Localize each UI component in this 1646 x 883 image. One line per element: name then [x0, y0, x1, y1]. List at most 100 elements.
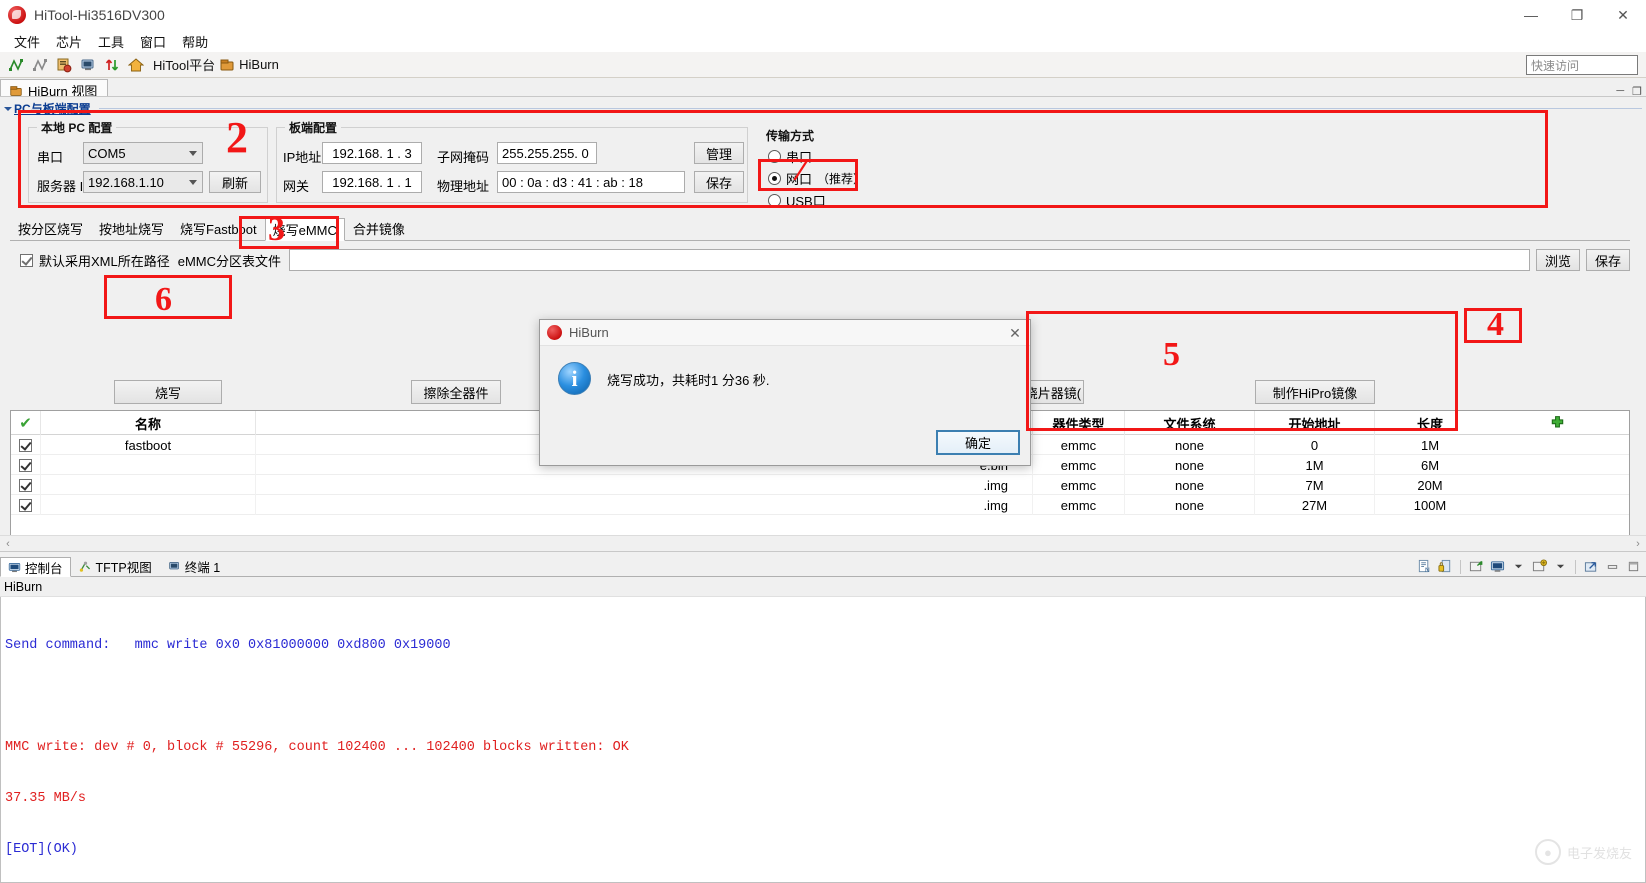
tab-burn-fastboot[interactable]: 烧写Fastboot [172, 217, 265, 240]
serial-port-select[interactable]: COM5 [83, 142, 203, 164]
display-dropdown-icon[interactable] [1509, 558, 1527, 575]
network-connect-icon[interactable] [5, 54, 27, 76]
terminal-icon[interactable] [77, 54, 99, 76]
select-all-checkbox[interactable]: ✔ [11, 411, 41, 435]
toolbar-hiburn[interactable]: HiBurn [219, 57, 279, 73]
server-ip-value: 192.168.1.10 [88, 174, 164, 190]
checkbox-icon[interactable] [19, 498, 32, 512]
menu-chip[interactable]: 芯片 [48, 30, 90, 53]
pin-console-icon[interactable] [1582, 558, 1600, 575]
cell-filesystem: none [1125, 455, 1255, 475]
column-header-name[interactable]: 名称 [41, 411, 256, 435]
cell-start-address: 0 [1255, 435, 1375, 455]
tab-burn-by-address[interactable]: 按地址烧写 [91, 217, 172, 240]
chevron-down-icon [189, 151, 197, 156]
form-horizontal-scrollbar[interactable]: ‹ › [0, 535, 1646, 551]
checkbox-icon[interactable] [19, 458, 32, 472]
display-selected-console-icon[interactable] [1488, 558, 1506, 575]
column-header-filesystem[interactable]: 文件系统 [1125, 411, 1255, 435]
tab-merge-image[interactable]: 合并镜像 [345, 217, 413, 240]
default-xml-path-label: 默认采用XML所在路径 [39, 253, 170, 269]
quick-access-input[interactable]: 快速访问 [1526, 55, 1638, 75]
board-gateway-input[interactable]: 192.168. 1 . 1 [322, 171, 422, 193]
home-icon[interactable] [125, 54, 147, 76]
toolbar-hitool-platform[interactable]: HiTool平台 [153, 55, 215, 74]
save-button[interactable]: 保存 [1586, 249, 1630, 271]
board-save-button[interactable]: 保存 [694, 171, 744, 193]
server-ip-select[interactable]: 192.168.1.10 [83, 171, 203, 193]
transfer-serial-option[interactable]: 串口 [768, 147, 865, 166]
pc-board-config-section-header[interactable]: PC与板端配置 [0, 97, 1646, 119]
erase-all-button[interactable]: 擦除全器件 [411, 380, 501, 404]
open-console-dropdown-icon[interactable] [1551, 558, 1569, 575]
menu-window[interactable]: 窗口 [132, 30, 174, 53]
tab-terminal-1-label: 终端 1 [184, 560, 221, 575]
section-divider [98, 108, 1642, 109]
make-hipro-image-button[interactable]: 制作HiPro镜像 [1255, 380, 1375, 404]
open-console-icon[interactable] [1530, 558, 1548, 575]
dialog-close-button[interactable]: ✕ [1006, 324, 1024, 342]
tab-terminal-1[interactable]: 终端 1 [160, 556, 228, 576]
burn-button[interactable]: 烧写 [114, 380, 222, 404]
network-disconnect-icon[interactable] [29, 54, 51, 76]
table-row[interactable]: .img emmc none 7M 20M [11, 475, 1629, 495]
board-manage-button[interactable]: 管理 [694, 142, 744, 164]
import-icon[interactable] [53, 54, 75, 76]
add-row-button[interactable] [1485, 411, 1629, 435]
maximize-icon[interactable] [1624, 558, 1642, 575]
column-header-device-type[interactable]: 器件类型 [1033, 411, 1125, 435]
checkbox-icon[interactable] [19, 438, 32, 452]
default-xml-path-checkbox[interactable] [20, 253, 33, 267]
radio-icon[interactable] [768, 150, 781, 163]
checkbox-icon[interactable] [19, 478, 32, 492]
tab-console[interactable]: 控制台 [0, 557, 71, 577]
tab-tftp-view[interactable]: TFTP视图 [71, 556, 160, 576]
board-mac-input[interactable]: 00 : 0a : d3 : 41 : ab : 18 [497, 171, 685, 193]
table-row[interactable]: .img emmc none 27M 100M [11, 495, 1629, 515]
console-log[interactable]: Send command: mmc write 0x0 0x81000000 0… [0, 597, 1646, 883]
radio-icon[interactable] [768, 172, 781, 185]
clear-console-icon[interactable] [1467, 558, 1485, 575]
menu-file[interactable]: 文件 [6, 30, 48, 53]
transfer-usb-label: USB口 [786, 194, 826, 209]
transfer-icon[interactable] [101, 54, 123, 76]
cell-start-address: 27M [1255, 495, 1375, 515]
board-subnet-mask-input[interactable]: 255.255.255. 0 [497, 142, 597, 164]
close-button[interactable]: ✕ [1600, 0, 1646, 30]
row-checkbox[interactable] [11, 475, 41, 495]
hitool-platform-label: HiTool平台 [153, 58, 216, 73]
maximize-button[interactable]: ❐ [1554, 0, 1600, 30]
column-header-length[interactable]: 长度 [1375, 411, 1485, 435]
dialog-ok-button[interactable]: 确定 [936, 430, 1020, 455]
tab-burn-emmc[interactable]: 烧写eMMC [264, 218, 345, 241]
tab-burn-by-partition[interactable]: 按分区烧写 [10, 217, 91, 240]
radio-icon[interactable] [768, 194, 781, 207]
transfer-network-option[interactable]: 网口 （推荐） [768, 169, 865, 188]
transfer-network-label: 网口 [786, 172, 813, 187]
hiburn-label: HiBurn [239, 57, 279, 72]
browse-button[interactable]: 浏览 [1536, 249, 1580, 271]
row-checkbox[interactable] [11, 455, 41, 475]
row-checkbox[interactable] [11, 435, 41, 455]
menu-tools[interactable]: 工具 [90, 30, 132, 53]
burn-success-dialog: HiBurn ✕ i 烧写成功，共耗时1 分36 秒. 确定 [539, 319, 1031, 466]
column-header-start-address[interactable]: 开始地址 [1255, 411, 1375, 435]
minimize-icon[interactable] [1603, 558, 1621, 575]
cell-device-type: emmc [1033, 475, 1125, 495]
watermark-text: 电子发烧友 [1566, 845, 1632, 861]
emmc-partition-file-input[interactable] [289, 249, 1530, 271]
row-checkbox[interactable] [11, 495, 41, 515]
chevron-down-icon[interactable] [4, 106, 12, 111]
scroll-left-icon[interactable]: ‹ [0, 536, 16, 552]
cell-spacer [1485, 435, 1629, 455]
minimize-button[interactable]: — [1508, 0, 1554, 30]
lock-scroll-icon[interactable] [1436, 558, 1454, 575]
console-panel: 控制台 TFTP视图 终端 1 N HiBurn Send command: m… [0, 556, 1646, 883]
export-log-icon[interactable]: N [1415, 558, 1433, 575]
refresh-button[interactable]: 刷新 [209, 171, 261, 193]
menu-help[interactable]: 帮助 [174, 30, 216, 53]
scroll-right-icon[interactable]: › [1630, 536, 1646, 552]
console-tab-bar: 控制台 TFTP视图 终端 1 N [0, 556, 1646, 577]
board-ip-input[interactable]: 192.168. 1 . 3 [322, 142, 422, 164]
transfer-usb-option[interactable]: USB口 [768, 191, 865, 210]
